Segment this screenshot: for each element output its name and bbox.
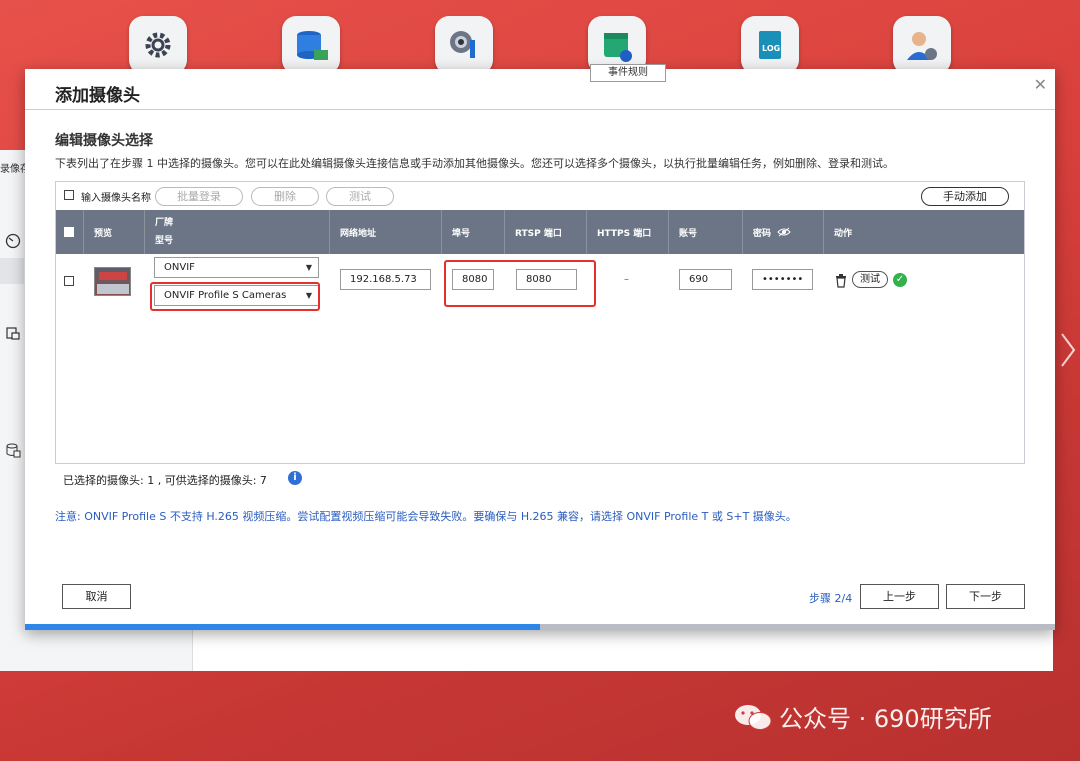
chevron-down-icon: ▼ (305, 263, 312, 272)
wizard-progress-bar (25, 624, 1055, 630)
col-https-label: HTTPS 端口 (597, 228, 652, 239)
next-button[interactable]: 下一步 (946, 584, 1025, 609)
brand-value: ONVIF (164, 262, 195, 273)
col-brand-model: 厂牌 型号 (145, 210, 330, 254)
brand-select[interactable]: ONVIF ▼ (154, 257, 319, 278)
col-password-label: 密码 (753, 228, 772, 239)
svg-text:LOG: LOG (762, 44, 780, 53)
delete-button[interactable]: 删除 (251, 187, 319, 206)
col-preview-label: 预览 (94, 228, 113, 239)
database-icon[interactable] (0, 437, 26, 463)
row-checkbox[interactable] (64, 276, 74, 286)
info-icon[interactable]: i (288, 471, 302, 485)
wizard-progress-fill (25, 624, 540, 630)
desktop-icon-bar: LOG (0, 0, 1080, 74)
control-panel-icon[interactable] (129, 16, 187, 74)
wechat-watermark: 公众号 · 690研究所 (733, 699, 992, 734)
cancel-button[interactable]: 取消 (62, 584, 131, 609)
event-rules-tooltip: 事件规则 (590, 64, 666, 82)
log-icon[interactable]: LOG (741, 16, 799, 74)
camera-count-text: 已选择的摄像头: 1 , 可供选择的摄像头: 7 (63, 474, 267, 487)
col-rtsp: RTSP 端口 (505, 210, 587, 254)
table-header: 预览 厂牌型号 网络地址 埠号 RTSP 端口 HTTPS 端口 账号 密码 动… (56, 210, 1024, 254)
col-account-label: 账号 (679, 228, 698, 239)
https-port-value: – (624, 274, 629, 285)
title-divider (25, 109, 1055, 110)
add-camera-dialog: 添加摄像头 ✕ 编辑摄像头选择 下表列出了在步骤 1 中选择的摄像头。您可以在此… (25, 69, 1055, 630)
step-indicator: 步骤 2/4 (809, 592, 853, 605)
hide-password-icon[interactable] (777, 227, 791, 237)
trash-icon[interactable] (835, 274, 847, 288)
model-highlight-box (150, 282, 320, 311)
camera-list-icon[interactable] (0, 320, 26, 346)
port-highlight-box (444, 260, 596, 307)
camera-settings-icon[interactable] (435, 16, 493, 74)
storage-icon[interactable] (282, 16, 340, 74)
grid-toolbar: 输入摄像头名称 批量登录 删除 测试 手动添加 (56, 182, 1024, 211)
col-ip: 网络地址 (330, 210, 442, 254)
password-input[interactable]: ••••••• (752, 269, 813, 290)
dialog-title: 添加摄像头 (55, 86, 140, 106)
camera-preview-thumbnail (94, 267, 131, 296)
next-page-arrow-icon[interactable] (1058, 330, 1078, 370)
ip-input[interactable]: 192.168.5.73 (340, 269, 431, 290)
col-port-label: 埠号 (452, 228, 471, 239)
col-action: 动作 (824, 210, 1025, 254)
header-check-cell (56, 210, 84, 254)
select-all-checkbox[interactable] (64, 190, 74, 200)
section-title: 编辑摄像头选择 (55, 133, 153, 149)
col-https: HTTPS 端口 (587, 210, 669, 254)
header-checkbox[interactable] (64, 227, 74, 237)
table-row: ONVIF ▼ ONVIF Profile S Cameras ▼ 192.16… (56, 254, 1024, 316)
compatibility-note: 注意: ONVIF Profile S 不支持 H.265 视频压缩。尝试配置视… (55, 510, 797, 523)
col-action-label: 动作 (834, 228, 853, 239)
col-port: 埠号 (442, 210, 505, 254)
account-input[interactable]: 690 (679, 269, 732, 290)
watermark-text: 公众号 · 690研究所 (779, 705, 992, 733)
check-success-icon: ✓ (893, 273, 907, 287)
previous-button[interactable]: 上一步 (860, 584, 939, 609)
background-sidebar-selected (0, 258, 24, 284)
col-model-label: 型号 (155, 236, 174, 246)
manual-add-button[interactable]: 手动添加 (921, 187, 1009, 206)
col-password: 密码 (743, 210, 824, 254)
user-settings-icon[interactable] (893, 16, 951, 74)
dashboard-icon[interactable] (0, 228, 26, 254)
col-rtsp-label: RTSP 端口 (515, 228, 562, 239)
col-brand-label: 厂牌 (155, 218, 174, 228)
col-ip-label: 网络地址 (340, 228, 377, 239)
row-test-button[interactable]: 测试 (852, 271, 888, 288)
section-description: 下表列出了在步骤 1 中选择的摄像头。您可以在此处编辑摄像头连接信息或手动添加其… (55, 157, 894, 170)
camera-grid: 输入摄像头名称 批量登录 删除 测试 手动添加 预览 厂牌型号 网络地址 埠号 … (55, 181, 1025, 464)
test-button[interactable]: 测试 (326, 187, 394, 206)
col-account: 账号 (669, 210, 743, 254)
camera-name-label: 输入摄像头名称 (81, 193, 151, 204)
wechat-icon (735, 704, 772, 730)
batch-login-button[interactable]: 批量登录 (155, 187, 243, 206)
col-preview: 预览 (84, 210, 145, 254)
close-icon[interactable]: ✕ (1034, 75, 1047, 94)
